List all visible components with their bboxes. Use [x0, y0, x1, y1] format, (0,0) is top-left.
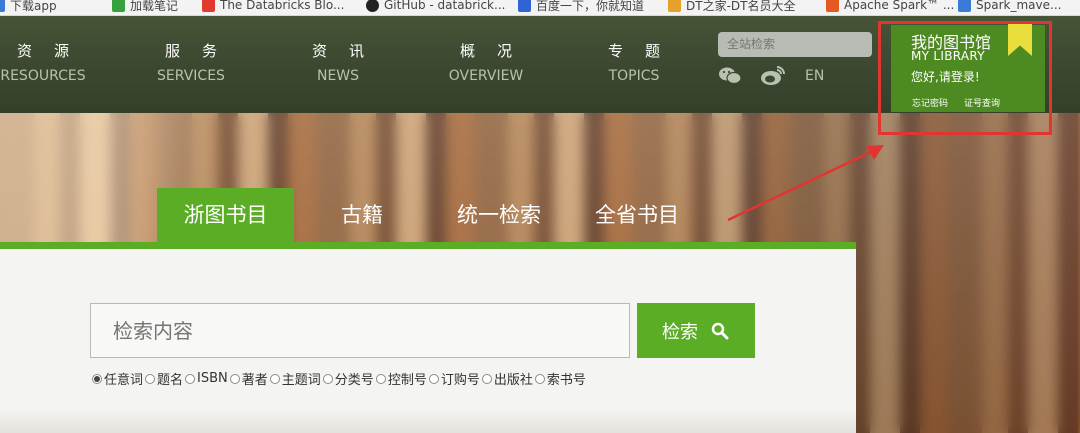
tab-zhetu-catalog[interactable]: 浙图书目	[157, 188, 294, 242]
radio-dot[interactable]	[269, 373, 280, 384]
bookmark[interactable]: 下载app	[0, 0, 57, 14]
weibo-icon[interactable]	[760, 65, 786, 87]
search-input[interactable]	[90, 303, 630, 358]
nav-item-cn: 资源	[16, 42, 91, 60]
radio-dot[interactable]	[375, 373, 386, 384]
radio-dot[interactable]	[185, 373, 196, 384]
nav-item-services[interactable]: 服务 SERVICES	[126, 42, 256, 84]
radio-call-number[interactable]: 索书号	[534, 369, 586, 388]
lang-switch-en[interactable]: EN	[805, 68, 824, 84]
bookmark-icon	[112, 0, 125, 12]
panel-shadow	[0, 409, 856, 433]
radio-isbn[interactable]: ISBN	[185, 369, 228, 388]
nav-item-en: OVERVIEW	[448, 68, 524, 84]
radio-dot[interactable]	[428, 373, 439, 384]
bookmark-icon	[958, 0, 971, 12]
radio-any-word[interactable]: 任意词	[92, 369, 143, 388]
bookmark-icon	[202, 0, 215, 12]
bookmark[interactable]: Spark_mave...	[958, 0, 1061, 14]
nav-item-resources[interactable]: 资源 RESOURCES	[0, 42, 108, 84]
bookmark-icon	[0, 0, 5, 12]
radio-author[interactable]: 著者	[229, 369, 268, 388]
bookmark[interactable]: GitHub - databrick...	[366, 0, 505, 14]
browser-viewport: 下载app 加载笔记 The Databricks Blo... GitHub …	[0, 0, 1080, 433]
wechat-icon[interactable]	[718, 66, 742, 86]
nav-item-cn: 专题	[607, 42, 682, 60]
tab-unified-search[interactable]: 统一检索	[436, 188, 562, 242]
search-button-label: 检索	[662, 321, 698, 342]
nav-item-en: SERVICES	[157, 68, 225, 84]
radio-subject[interactable]: 主题词	[269, 369, 321, 388]
search-button[interactable]: 检索	[637, 303, 755, 358]
nav-item-cn: 概况	[459, 42, 534, 60]
nav-item-cn: 服务	[164, 42, 239, 60]
radio-publisher[interactable]: 出版社	[481, 369, 533, 388]
search-panel: 检索 任意词 题名 ISBN 著者 主题词 分类号 控制号 订购号 出版社 索书…	[0, 242, 856, 433]
bookmark[interactable]: Apache Spark™ ...	[826, 0, 954, 14]
radio-dot[interactable]	[145, 373, 156, 384]
radio-dot[interactable]	[534, 373, 545, 384]
nav-item-cn: 资讯	[311, 42, 386, 60]
radio-title[interactable]: 题名	[145, 369, 183, 388]
radio-dot[interactable]	[481, 373, 492, 384]
radio-dot[interactable]	[322, 373, 333, 384]
baidu-icon	[518, 0, 531, 12]
bookmark[interactable]: 加载笔记	[112, 0, 178, 14]
bookmarks-bar: 下载app 加载笔记 The Databricks Blo... GitHub …	[0, 0, 1080, 16]
radio-dot[interactable]	[92, 373, 102, 384]
tab-ancient-books[interactable]: 古籍	[305, 188, 419, 242]
radio-class-number[interactable]: 分类号	[322, 369, 374, 388]
bookmark[interactable]: 百度一下，你就知道	[518, 0, 644, 14]
nav-item-topics[interactable]: 专题 TOPICS	[569, 42, 699, 84]
radio-order-number[interactable]: 订购号	[428, 369, 480, 388]
nav-item-overview[interactable]: 概况 OVERVIEW	[421, 42, 551, 84]
nav-item-news[interactable]: 资讯 NEWS	[273, 42, 403, 84]
site-search-input[interactable]	[718, 32, 872, 57]
annotation-arrow-icon	[727, 145, 884, 222]
spark-icon	[826, 0, 839, 12]
search-icon	[711, 322, 729, 339]
bookmark[interactable]: DT之家-DT名员大全	[668, 0, 795, 14]
bookmark[interactable]: The Databricks Blo...	[202, 0, 344, 14]
radio-dot[interactable]	[229, 373, 240, 384]
tab-province-catalog[interactable]: 全省书目	[574, 188, 700, 242]
annotation-highlight-box	[878, 21, 1052, 135]
bookmark-icon	[668, 0, 681, 12]
nav-item-en: RESOURCES	[0, 68, 86, 84]
github-icon	[366, 0, 379, 12]
nav-item-en: TOPICS	[608, 68, 660, 84]
radio-control-number[interactable]: 控制号	[375, 369, 427, 388]
search-field-options: 任意词 题名 ISBN 著者 主题词 分类号 控制号 订购号 出版社 索书号	[92, 369, 588, 388]
nav-item-en: NEWS	[316, 68, 360, 84]
